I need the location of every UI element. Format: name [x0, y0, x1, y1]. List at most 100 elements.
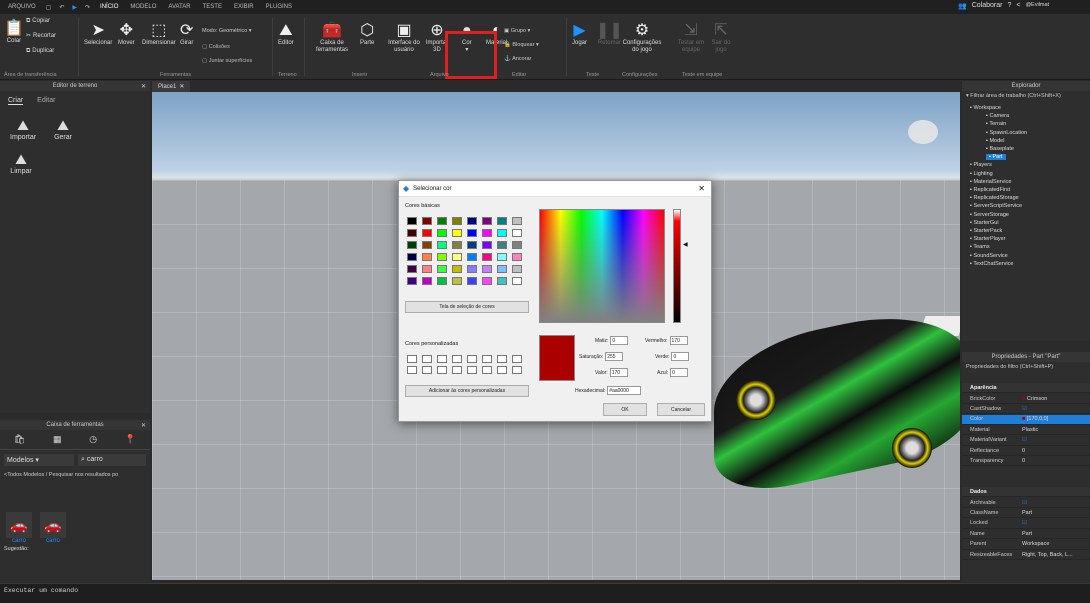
explorer-item[interactable]: ▪ Model [986, 138, 1004, 144]
explorer-item[interactable]: ▪ Baseplate [986, 146, 1014, 152]
value-arrow-icon[interactable]: ◀ [683, 241, 688, 248]
view-cube-icon[interactable] [908, 120, 938, 144]
color-swatch[interactable] [422, 217, 432, 225]
property-row[interactable]: Color ■ [170,0,0] [962, 414, 1090, 425]
color-swatch[interactable] [467, 229, 477, 237]
color-swatch[interactable] [452, 265, 462, 273]
category-select[interactable]: Modelos ▾ [4, 454, 74, 466]
color-swatch[interactable] [512, 241, 522, 249]
tab-create[interactable]: Criar [8, 97, 24, 105]
username[interactable]: @Evilmat [1025, 2, 1049, 10]
import-button[interactable]: ⛰ Importar [10, 117, 36, 141]
menu-file[interactable]: ARQUIVO [6, 4, 38, 10]
color-swatch[interactable] [407, 217, 417, 225]
color-swatch[interactable] [437, 229, 447, 237]
tab-edit[interactable]: Editar [37, 97, 55, 105]
property-row[interactable]: Reflectance 0 [962, 446, 1090, 456]
screen-pick-button[interactable]: Tela de seleção de cores [405, 301, 529, 313]
share-icon[interactable]: < [1016, 2, 1020, 10]
color-swatch[interactable] [512, 229, 522, 237]
property-value[interactable]: ☑ [1022, 520, 1090, 526]
color-swatch[interactable] [497, 253, 507, 261]
property-value[interactable]: 0 [1022, 458, 1090, 464]
redo-icon[interactable]: ↷ [85, 4, 90, 11]
team-test-button[interactable]: ⇲ Testar em equipe [676, 22, 706, 54]
color-swatch[interactable] [452, 217, 462, 225]
ok-button[interactable]: OK [603, 403, 647, 416]
undo-icon[interactable]: ↶ [59, 4, 64, 11]
sat-field[interactable]: Saturação: 255 [579, 352, 624, 361]
hex-field[interactable]: Hexadecimal: #aa0000 [575, 386, 642, 395]
menu-model[interactable]: MODELO [128, 4, 158, 10]
custom-color-swatch[interactable] [497, 366, 507, 374]
color-swatch[interactable] [512, 277, 522, 285]
red-field[interactable]: Vermelho: 170 [645, 336, 688, 345]
explorer-item[interactable]: ▪ ReplicatedFirst [970, 187, 1010, 193]
color-swatch[interactable] [452, 253, 462, 261]
collisions-checkbox[interactable]: ▢ Colisões [202, 44, 230, 50]
explorer-item[interactable]: ▪ TextChatService [970, 261, 1013, 267]
hue-sat-spectrum[interactable] [539, 209, 665, 323]
color-swatch[interactable] [407, 229, 417, 237]
custom-color-swatch[interactable] [512, 366, 522, 374]
search-input[interactable]: ⌕ carro [78, 454, 146, 466]
custom-color-swatch[interactable] [437, 366, 447, 374]
add-custom-button[interactable]: Adicionar às cores personalizadas [405, 385, 529, 397]
pin-icon[interactable]: 📍 [125, 434, 136, 445]
explorer-item[interactable]: ▪ SoundService [970, 253, 1008, 259]
color-swatch[interactable] [422, 253, 432, 261]
val-field[interactable]: Valor: 170 [595, 368, 628, 377]
menu-home[interactable]: INÍCIO [98, 4, 120, 10]
custom-color-swatch[interactable] [407, 366, 417, 374]
hue-field[interactable]: Matiz: 0 [595, 336, 629, 345]
explorer-item[interactable]: ▪ ServerStorage [970, 212, 1009, 218]
color-swatch[interactable] [497, 265, 507, 273]
marketplace-icon[interactable]: 🛍 [14, 434, 25, 445]
property-value[interactable]: ■ Crimson [1022, 396, 1090, 402]
custom-color-swatch[interactable] [422, 366, 432, 374]
color-swatch[interactable] [452, 241, 462, 249]
terrain-editor-button[interactable]: ⛰ Editor [278, 22, 294, 47]
mode-select[interactable]: Modo: Geométrico ▾ [202, 28, 252, 34]
custom-color-swatch[interactable] [512, 355, 522, 363]
menu-plugins[interactable]: PLUGINS [264, 4, 294, 10]
color-swatch[interactable] [437, 241, 447, 249]
explorer-item[interactable]: ▪ ServerScriptService [970, 203, 1022, 209]
menu-avatar[interactable]: AVATAR [166, 4, 192, 10]
color-swatch[interactable] [407, 253, 417, 261]
explorer-item[interactable]: ▪ SpawnLocation [986, 130, 1027, 136]
explorer-item[interactable]: ▪ Teams [970, 244, 990, 250]
color-swatch[interactable] [512, 217, 522, 225]
color-swatch[interactable] [467, 217, 477, 225]
property-value[interactable]: Part [1022, 531, 1090, 537]
explorer-item[interactable]: ▪ MaterialService [970, 179, 1011, 185]
color-swatch[interactable] [407, 277, 417, 285]
property-value[interactable]: Right, Top, Back, L... [1022, 552, 1090, 558]
color-swatch[interactable] [407, 241, 417, 249]
close-icon[interactable]: ✕ [179, 83, 184, 90]
clock-icon[interactable]: ◷ [89, 434, 97, 445]
property-row[interactable]: CastShadow ☑ [962, 404, 1090, 415]
ui-button[interactable]: ▣ Interface do usuário [384, 22, 424, 54]
color-swatch[interactable] [437, 253, 447, 261]
duplicate-button[interactable]: ⧉ Duplicar [26, 48, 54, 55]
menu-view[interactable]: EXIBIR [232, 4, 256, 10]
color-swatch[interactable] [497, 241, 507, 249]
property-value[interactable]: ☑ [1022, 437, 1090, 443]
section-data[interactable]: Dados [962, 487, 1090, 497]
custom-color-swatch[interactable] [497, 355, 507, 363]
grid-icon[interactable]: ▦ [53, 434, 62, 445]
lock-button[interactable]: 🔒 Bloquear ▾ [504, 42, 539, 48]
explorer-item[interactable]: ▪ Part [986, 154, 1006, 161]
paste-button[interactable]: 📋 Colar [4, 20, 24, 45]
collaborate-icon[interactable]: 👥 [958, 2, 967, 10]
blue-field[interactable]: Azul: 0 [657, 368, 689, 377]
clear-button[interactable]: ⛰ Limpar [0, 141, 40, 175]
color-swatch[interactable] [482, 241, 492, 249]
explorer-item[interactable]: ▪ Players [970, 162, 992, 168]
color-swatch[interactable] [437, 265, 447, 273]
property-row[interactable]: BrickColor ■ Crimson [962, 394, 1090, 404]
color-swatch[interactable] [497, 217, 507, 225]
custom-color-swatch[interactable] [452, 366, 462, 374]
color-swatch[interactable] [422, 229, 432, 237]
